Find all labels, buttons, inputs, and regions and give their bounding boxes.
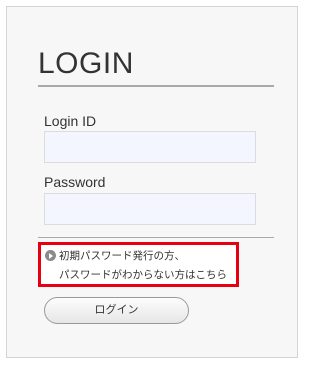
login-id-input[interactable] xyxy=(44,131,256,163)
title-divider xyxy=(38,85,274,87)
circle-arrow-right-icon xyxy=(45,250,56,261)
page-title: LOGIN xyxy=(38,47,134,80)
password-help-link[interactable]: 初期パスワード発行の方、 パスワードがわからない方はこちら xyxy=(44,248,234,284)
password-help-line-1: 初期パスワード発行の方、 xyxy=(59,250,185,262)
login-panel: LOGIN Login ID Password 初期パスワード発行の方、 パスワ… xyxy=(6,6,298,358)
password-help-line-2: パスワードがわからない方はこちら xyxy=(59,269,227,281)
login-button[interactable]: ログイン xyxy=(44,297,189,324)
password-input[interactable] xyxy=(44,193,256,225)
form-divider xyxy=(38,237,274,238)
password-label: Password xyxy=(44,174,106,190)
password-help-notice: 初期パスワード発行の方、 パスワードがわからない方はこちら xyxy=(38,242,239,287)
login-id-label: Login ID xyxy=(44,113,97,129)
